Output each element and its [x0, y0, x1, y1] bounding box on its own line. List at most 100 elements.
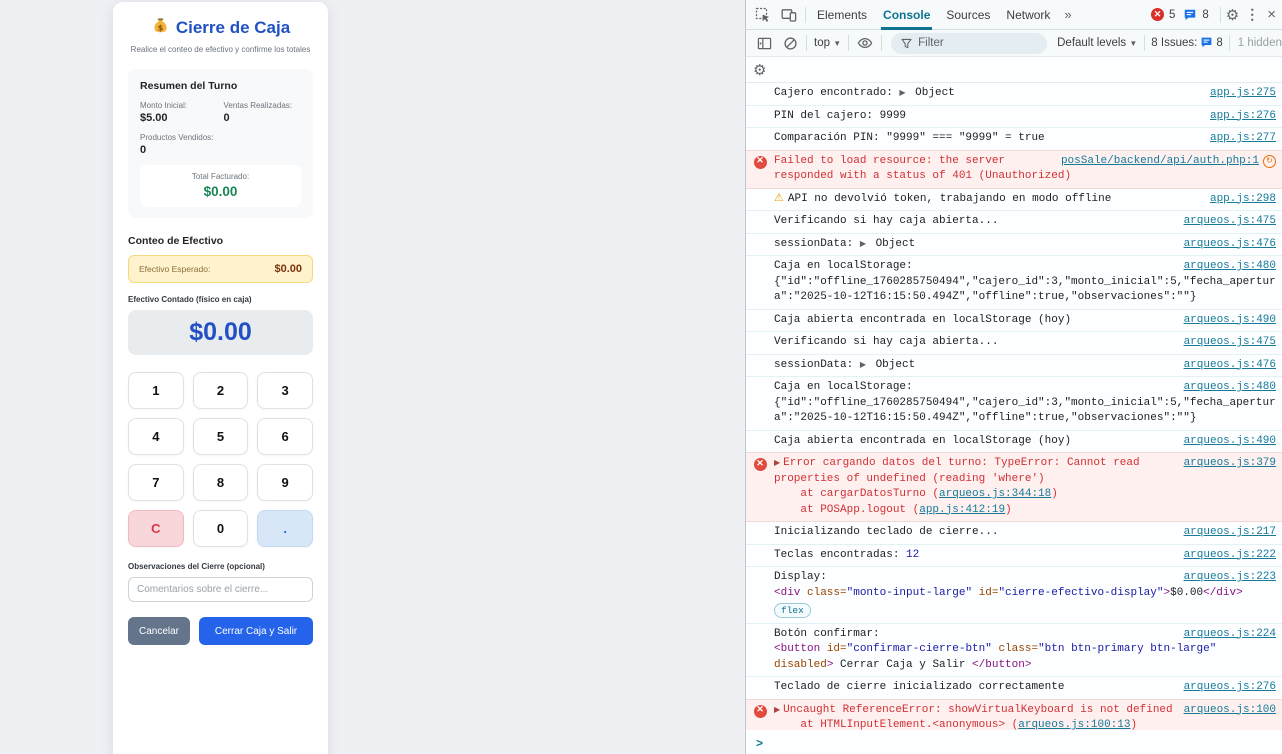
- source-link[interactable]: arqueos.js:222: [1184, 548, 1276, 564]
- source-link[interactable]: app.js:412:19: [919, 504, 1005, 516]
- filter-box[interactable]: [891, 33, 1047, 54]
- source-link[interactable]: arqueos.js:344:18: [939, 488, 1051, 500]
- keypad-key-0[interactable]: 0: [193, 510, 249, 547]
- message-text: "confirmar-cierre-btn": [847, 643, 992, 655]
- console-message: arqueos.js:480Caja en localStorage:{"id"…: [746, 377, 1282, 431]
- message-text: Object: [909, 87, 955, 99]
- keypad-key-1[interactable]: 1: [128, 372, 184, 409]
- observations-label: Observaciones del Cierre (opcional): [128, 562, 313, 571]
- keypad-key-3[interactable]: 3: [257, 372, 313, 409]
- settings-gear-icon[interactable]: ⚙: [1226, 6, 1239, 24]
- source-link[interactable]: posSale/backend/api/auth.php:1: [1061, 154, 1259, 170]
- issues-count[interactable]: 8: [1213, 37, 1225, 49]
- message-count[interactable]: 8: [1202, 9, 1208, 21]
- source-link[interactable]: arqueos.js:475: [1184, 214, 1276, 230]
- total-billed-value: $0.00: [144, 184, 297, 199]
- message-text: Teclas encontradas:: [774, 549, 906, 561]
- cancel-button[interactable]: Cancelar: [128, 617, 190, 645]
- source-link[interactable]: arqueos.js:490: [1184, 434, 1276, 450]
- console-message: arqueos.js:476sessionData: ▶ Object: [746, 355, 1282, 378]
- console-message: arqueos.js:223Display:<div class="monto-…: [746, 567, 1282, 624]
- summary-field: Monto Inicial:$5.00: [140, 101, 218, 124]
- expand-arrow-icon[interactable]: ▶: [774, 706, 780, 715]
- issues-icon[interactable]: [1200, 36, 1213, 50]
- console-message-list: app.js:275Cajero encontrado: ▶ Objectapp…: [746, 83, 1282, 730]
- source-link[interactable]: arqueos.js:224: [1184, 627, 1276, 643]
- source-link[interactable]: arqueos.js:490: [1184, 313, 1276, 329]
- expand-arrow-icon[interactable]: ▶: [860, 361, 866, 370]
- clear-console-icon[interactable]: [777, 31, 803, 55]
- message-gutter: [746, 259, 774, 306]
- issues-label[interactable]: 8 Issues:: [1148, 37, 1200, 49]
- live-expression-eye-icon[interactable]: [852, 31, 878, 55]
- keypad-key-4[interactable]: 4: [128, 418, 184, 455]
- observations-input[interactable]: [128, 577, 313, 602]
- source-link[interactable]: arqueos.js:276: [1184, 680, 1276, 696]
- error-count[interactable]: 5: [1169, 9, 1175, 21]
- context-selector[interactable]: top ▼: [810, 37, 845, 49]
- keypad-key-C[interactable]: C: [128, 510, 184, 547]
- cierre-caja-panel: $ Cierre de Caja Realice el conteo de ef…: [113, 2, 328, 754]
- console-message: arqueos.js:475Verificando si hay caja ab…: [746, 211, 1282, 234]
- expand-arrow-icon[interactable]: ▶: [899, 89, 905, 98]
- source-link[interactable]: arqueos.js:100:13: [1018, 719, 1130, 730]
- tab-network[interactable]: Network: [998, 0, 1058, 30]
- expand-arrow-icon[interactable]: ▶: [860, 240, 866, 249]
- flex-badge[interactable]: flex: [774, 603, 811, 618]
- message-text: at POSApp.logout (: [774, 504, 919, 516]
- log-levels-selector[interactable]: Default levels ▼: [1053, 37, 1141, 49]
- close-devtools-icon[interactable]: ×: [1265, 6, 1278, 23]
- console-prompt[interactable]: >: [746, 730, 1282, 754]
- tab-console[interactable]: Console: [875, 0, 938, 30]
- message-gutter: [746, 548, 774, 564]
- source-link[interactable]: arqueos.js:480: [1184, 259, 1276, 275]
- console-sidebar-icon[interactable]: [751, 31, 777, 55]
- more-tabs-chevron-icon[interactable]: »: [1058, 7, 1077, 22]
- device-toolbar-icon[interactable]: [776, 3, 802, 27]
- source-link[interactable]: arqueos.js:100: [1184, 703, 1276, 719]
- keypad-key-dot[interactable]: .: [257, 510, 313, 547]
- filter-input[interactable]: [918, 37, 1038, 49]
- keypad-key-8[interactable]: 8: [193, 464, 249, 501]
- source-link[interactable]: arqueos.js:223: [1184, 570, 1276, 586]
- source-link[interactable]: arqueos.js:475: [1184, 335, 1276, 351]
- error-icon: ✕: [746, 154, 774, 185]
- source-link[interactable]: app.js:277: [1210, 131, 1276, 147]
- source-link[interactable]: app.js:276: [1210, 109, 1276, 125]
- source-link[interactable]: arqueos.js:476: [1184, 358, 1276, 374]
- message-text: ): [1005, 504, 1012, 516]
- message-text: <button: [774, 643, 820, 655]
- source-link[interactable]: arqueos.js:379: [1184, 456, 1276, 472]
- console-message: arqueos.js:276Teclado de cierre iniciali…: [746, 677, 1282, 700]
- console-settings-gear-icon[interactable]: ⚙: [753, 61, 766, 79]
- source-link[interactable]: arqueos.js:480: [1184, 380, 1276, 396]
- request-initiator-icon[interactable]: ↻: [1263, 155, 1276, 168]
- message-gutter: [746, 192, 774, 208]
- keypad-key-2[interactable]: 2: [193, 372, 249, 409]
- message-text: sessionData:: [774, 359, 860, 371]
- error-count-icon[interactable]: ✕: [1151, 8, 1164, 21]
- console-toolbar: top ▼ Default levels ▼ 8 Issues:: [746, 30, 1282, 57]
- kebab-menu-icon[interactable]: ⋮: [1241, 6, 1263, 23]
- message-text: <div: [774, 587, 800, 599]
- message-gutter: [746, 380, 774, 427]
- tab-sources[interactable]: Sources: [938, 0, 998, 30]
- source-link[interactable]: app.js:275: [1210, 86, 1276, 102]
- keypad-key-7[interactable]: 7: [128, 464, 184, 501]
- inspect-element-icon[interactable]: [750, 3, 776, 27]
- console-message: arqueos.js:222Teclas encontradas: 12: [746, 545, 1282, 568]
- summary-field: Productos Vendidos:0: [140, 133, 218, 156]
- keypad-key-9[interactable]: 9: [257, 464, 313, 501]
- close-register-button[interactable]: Cerrar Caja y Salir: [199, 617, 313, 645]
- expand-arrow-icon[interactable]: ▶: [774, 459, 780, 468]
- message-text: Caja en localStorage:: [774, 381, 913, 393]
- keypad-key-5[interactable]: 5: [193, 418, 249, 455]
- source-link[interactable]: arqueos.js:217: [1184, 525, 1276, 541]
- source-link[interactable]: arqueos.js:476: [1184, 237, 1276, 253]
- keypad-key-6[interactable]: 6: [257, 418, 313, 455]
- tab-elements[interactable]: Elements: [809, 0, 875, 30]
- source-link[interactable]: app.js:298: [1210, 192, 1276, 208]
- console-messages-icon[interactable]: [1183, 8, 1197, 22]
- divider: [805, 7, 806, 23]
- console-message: ✕arqueos.js:100▶Uncaught ReferenceError:…: [746, 699, 1282, 731]
